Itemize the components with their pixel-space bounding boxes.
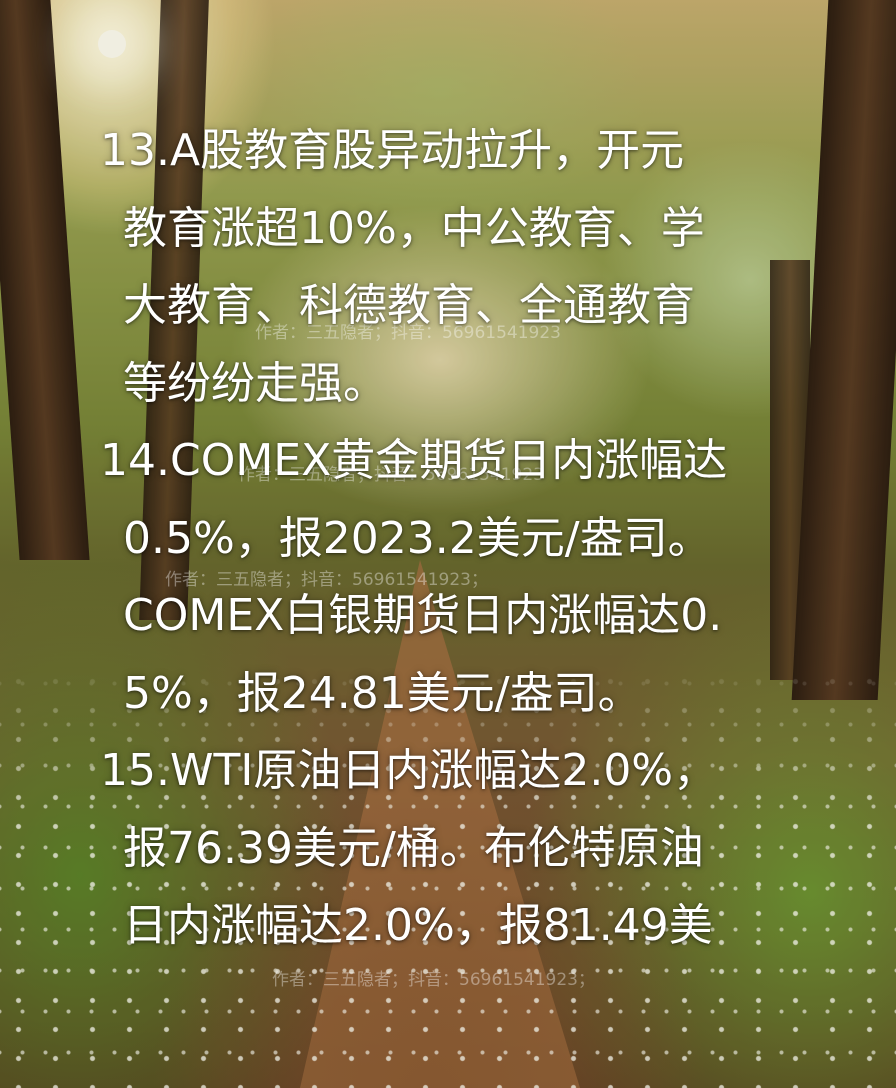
news-line: 14.COMEX黄金期货日内涨幅达 [100,435,728,486]
news-line: 等纷纷走强。 [123,357,387,409]
news-line: 13.A股教育股异动拉升，开元 [100,125,685,176]
watermark: 作者：三五隐者；抖音：56961541923； [272,970,595,990]
news-line: 报76.39美元/桶。布伦特原油 [123,822,704,874]
news-line: 大教育、科德教育、全通教育 [123,280,695,331]
news-text-block: 13.A股教育股异动拉升，开元 教育涨超10%，中公教育、学 大教育、科德教育、… [100,112,780,965]
news-line: 5%，报24.81美元/盎司。 [123,667,642,719]
news-line: COMEX白银期货日内涨幅达0. [123,590,723,641]
news-line: 0.5%，报2023.2美元/盎司。 [123,512,712,564]
news-line: 日内涨幅达2.0%，报81.49美 [123,900,713,951]
news-line: 15.WTI原油日内涨幅达2.0%， [100,745,718,796]
news-line: 教育涨超10%，中公教育、学 [123,202,705,254]
